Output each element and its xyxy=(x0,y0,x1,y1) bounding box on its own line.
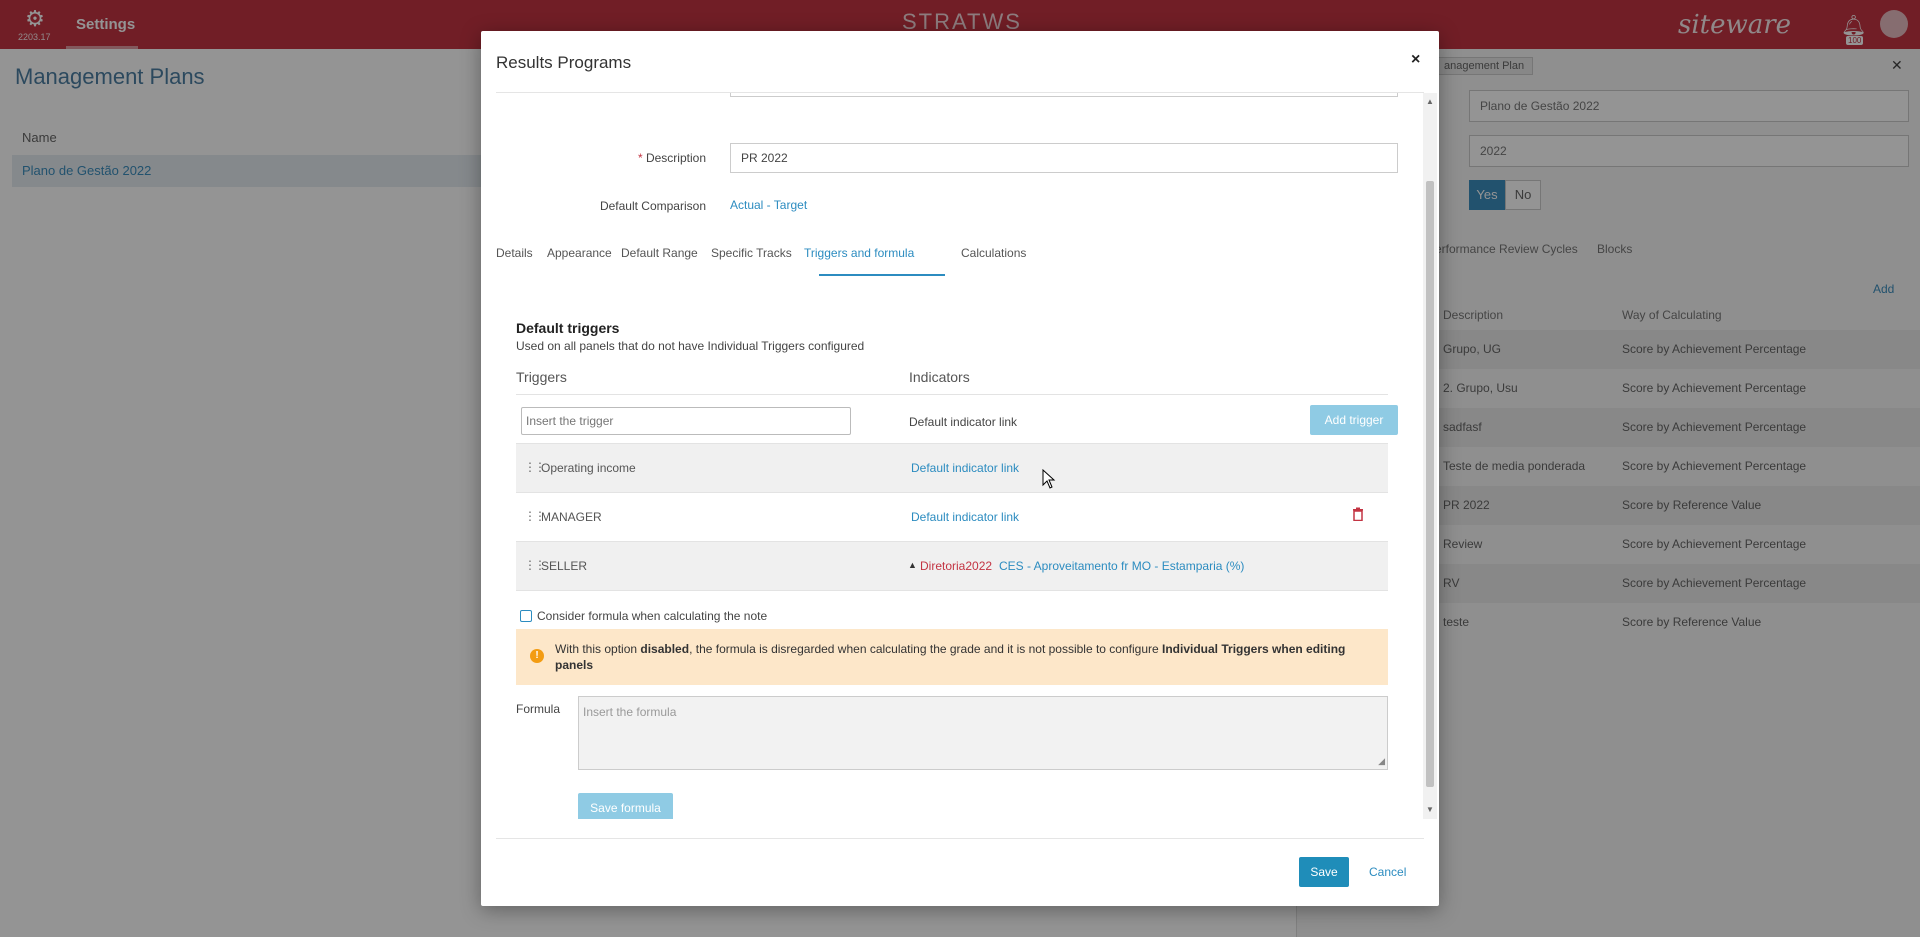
tab-details[interactable]: Details xyxy=(496,246,533,260)
column-header-triggers: Triggers xyxy=(516,369,567,385)
caret-up-icon[interactable]: ▲ xyxy=(908,560,917,570)
description-input[interactable]: PR 2022 xyxy=(730,143,1398,173)
column-header-indicators: Indicators xyxy=(909,369,970,385)
scrollbar[interactable]: ▲ ▼ xyxy=(1423,93,1437,819)
warning-icon: ! xyxy=(530,649,544,663)
scroll-up-icon[interactable]: ▲ xyxy=(1426,97,1434,106)
trigger-input[interactable] xyxy=(521,407,851,435)
tab-default-range[interactable]: Default Range xyxy=(621,246,698,260)
description-label: * Description xyxy=(637,151,706,165)
tab-specific-tracks[interactable]: Specific Tracks xyxy=(711,246,792,260)
tab-appearance[interactable]: Appearance xyxy=(547,246,612,260)
warning-text: With this option disabled, the formula i… xyxy=(555,642,1346,672)
active-tab-indicator xyxy=(819,274,945,276)
dialog-title: Results Programs xyxy=(496,53,632,72)
section-subtitle: Used on all panels that do not have Indi… xyxy=(516,339,865,353)
divider xyxy=(516,394,1388,395)
tab-triggers-and-formula[interactable]: Triggers and formula xyxy=(804,246,914,260)
divider xyxy=(496,838,1424,839)
tab-bar: Details Appearance Default Range Specifi… xyxy=(496,246,1424,276)
trigger-row[interactable]: ⋮⋮ Operating income Default indicator li… xyxy=(516,444,1388,492)
mouse-cursor-icon xyxy=(1042,468,1056,492)
tab-calculations[interactable]: Calculations xyxy=(961,246,1026,260)
name-field-partial[interactable] xyxy=(730,93,1398,97)
default-comparison-link[interactable]: Actual - Target xyxy=(730,198,807,212)
scrollbar-thumb[interactable] xyxy=(1426,181,1434,787)
indicator-link[interactable]: Default indicator link xyxy=(911,461,1019,475)
formula-textarea[interactable]: Insert the formula ◢ xyxy=(578,696,1388,770)
trigger-row[interactable]: ⋮⋮ SELLER ▲ Diretoria2022 CES - Aproveit… xyxy=(516,542,1388,590)
save-formula-button[interactable]: Save formula xyxy=(578,793,673,819)
formula-label: Formula xyxy=(516,702,561,716)
trigger-name: MANAGER xyxy=(541,510,602,524)
close-icon[interactable]: × xyxy=(1411,51,1420,69)
trigger-name: Operating income xyxy=(541,461,636,475)
consider-formula-checkbox[interactable] xyxy=(520,610,532,622)
resize-grip-icon[interactable]: ◢ xyxy=(1378,756,1385,767)
indicator-link[interactable]: Default indicator link xyxy=(911,510,1019,524)
section-title: Default triggers xyxy=(516,320,620,336)
trigger-name: SELLER xyxy=(541,559,588,573)
indicator-organization: Diretoria2022 xyxy=(920,559,993,573)
trigger-row[interactable]: ⋮⋮ MANAGER Default indicator link xyxy=(516,493,1388,541)
cancel-button[interactable]: Cancel xyxy=(1369,865,1406,879)
default-comparison-label: Default Comparison xyxy=(599,199,706,213)
default-indicator-label: Default indicator link xyxy=(909,415,1018,429)
dialog-body[interactable]: * Description PR 2022 Default Comparison… xyxy=(496,93,1424,819)
results-programs-dialog: Results Programs × * Description PR 2022… xyxy=(481,31,1439,906)
warning-alert: ! With this option disabled, the formula… xyxy=(516,629,1388,685)
save-button[interactable]: Save xyxy=(1299,857,1349,887)
indicator-link[interactable]: CES - Aproveitamento fr MO - Estamparia … xyxy=(999,559,1244,573)
divider xyxy=(516,590,1388,591)
formula-placeholder: Insert the formula xyxy=(583,705,677,719)
add-trigger-button[interactable]: Add trigger xyxy=(1310,405,1398,435)
scroll-down-icon[interactable]: ▼ xyxy=(1426,805,1434,814)
trash-icon[interactable] xyxy=(1352,507,1364,524)
consider-formula-label[interactable]: Consider formula when calculating the no… xyxy=(537,609,767,623)
